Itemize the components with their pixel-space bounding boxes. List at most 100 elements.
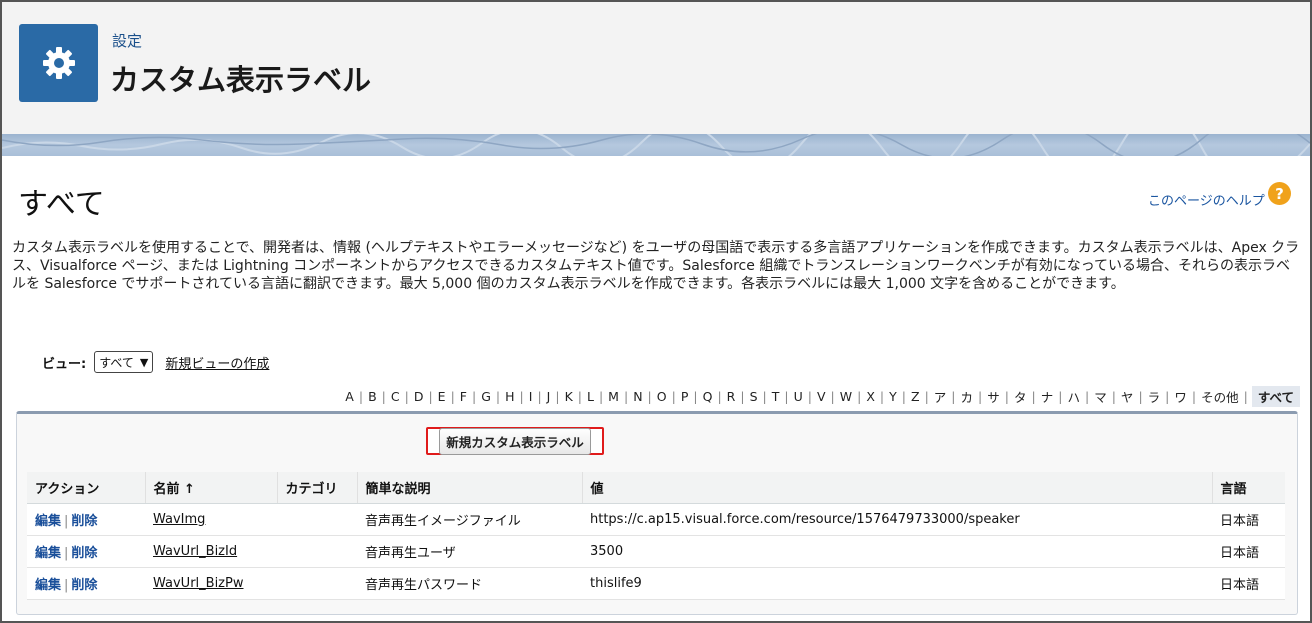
label-name-link[interactable]: WavUrl_BizId — [153, 544, 237, 559]
alphabet-filter-item[interactable]: N — [632, 389, 643, 404]
gear-icon — [19, 24, 98, 102]
alphabet-filter-item[interactable]: L — [586, 389, 595, 404]
alphabet-separator: | — [978, 389, 983, 404]
alphabet-filter-item[interactable]: O — [656, 389, 668, 404]
category-cell — [277, 567, 357, 600]
new-custom-label-button-highlight: 新規カスタム表示ラベル — [426, 427, 604, 455]
alphabet-filter-item[interactable]: V — [816, 389, 827, 404]
alphabet-separator: | — [1004, 389, 1009, 404]
alphabet-filter-item[interactable]: Y — [888, 389, 898, 404]
help-icon[interactable]: ? — [1268, 182, 1291, 205]
alphabet-filter-item[interactable]: Q — [702, 389, 714, 404]
page-title: カスタム表示ラベル — [110, 63, 372, 97]
alphabet-separator: | — [762, 389, 767, 404]
alphabet-separator: | — [807, 389, 812, 404]
alphabet-separator: | — [1111, 389, 1116, 404]
view-select[interactable]: すべて ▼ — [94, 351, 154, 373]
alphabet-filter-item[interactable]: マ — [1093, 387, 1108, 406]
delete-link[interactable]: 削除 — [71, 546, 97, 561]
language-cell: 日本語 — [1212, 503, 1285, 536]
alphabet-filter-item[interactable]: E — [437, 389, 447, 404]
alphabet-separator: | — [671, 389, 676, 404]
name-cell: WavUrl_BizId — [145, 535, 277, 568]
alphabet-filter-item[interactable]: R — [726, 389, 737, 404]
column-header-name[interactable]: 名前 ↑ — [144, 472, 277, 504]
edit-link[interactable]: 編集 — [35, 546, 61, 561]
alphabet-filter-item[interactable]: サ — [986, 387, 1001, 406]
alphabet-separator: | — [717, 389, 722, 404]
edit-link[interactable]: 編集 — [35, 578, 61, 593]
labels-table: アクション 名前 ↑ カテゴリ 簡単な説明 値 言語 編集 | 削除 WavImg … — [27, 472, 1285, 600]
alphabet-separator: | — [555, 389, 560, 404]
edit-link[interactable]: 編集 — [35, 514, 61, 529]
alphabet-separator: | — [404, 389, 409, 404]
alphabet-filter-item[interactable]: J — [546, 389, 552, 404]
language-cell: 日本語 — [1212, 567, 1285, 600]
alphabet-separator: | — [519, 389, 524, 404]
alphabet-filter-item[interactable]: ヤ — [1120, 387, 1135, 406]
alphabet-filter-item[interactable]: ア — [933, 387, 948, 406]
column-header-description[interactable]: 簡単な説明 — [356, 472, 582, 504]
value-cell: thislife9 — [582, 567, 1212, 600]
alphabet-filter-item[interactable]: C — [390, 389, 401, 404]
alphabet-filter-item[interactable]: M — [607, 389, 620, 404]
alphabet-filter-item[interactable]: ナ — [1040, 387, 1055, 406]
alphabet-filter-item[interactable]: D — [413, 389, 425, 404]
alphabet-separator: | — [1084, 389, 1090, 404]
delete-link[interactable]: 削除 — [71, 578, 97, 593]
chevron-down-icon: ▼ — [139, 355, 149, 369]
alphabet-filter-item[interactable]: F — [459, 389, 468, 404]
description-cell: 音声再生パスワード — [357, 567, 582, 600]
alphabet-filter-item[interactable]: A — [344, 389, 355, 404]
alphabet-separator: | — [1138, 389, 1143, 404]
alphabet-filter-item[interactable]: K — [564, 389, 574, 404]
create-view-link[interactable]: 新規ビューの作成 — [165, 353, 269, 372]
label-name-link[interactable]: WavImg — [153, 512, 205, 527]
alphabet-filter-item[interactable]: ハ — [1066, 387, 1081, 406]
view-row: ビュー: すべて ▼ 新規ビューの作成 — [42, 351, 269, 373]
alphabet-separator: | — [879, 389, 885, 404]
column-header-value[interactable]: 値 — [581, 472, 1212, 504]
alphabet-filter: A | B | C | D | E | F | G | H | I | J | K | L | M | N | O | P | Q | R | S | T |… — [344, 386, 1300, 407]
alphabet-filter-item[interactable]: G — [480, 389, 492, 404]
view-select-value: すべて — [99, 355, 134, 370]
alphabet-filter-item[interactable]: すべて — [1251, 386, 1300, 407]
alphabet-filter-item[interactable]: Z — [910, 389, 921, 404]
alphabet-separator: | — [577, 389, 582, 404]
breadcrumb[interactable]: 設定 — [112, 30, 142, 51]
alphabet-filter-item[interactable]: W — [839, 389, 853, 404]
value-cell: 3500 — [582, 535, 1212, 568]
name-cell: WavImg — [145, 503, 277, 536]
alphabet-filter-item[interactable]: U — [793, 389, 804, 404]
alphabet-filter-item[interactable]: T — [771, 389, 781, 404]
alphabet-filter-item[interactable]: その他 — [1200, 387, 1240, 406]
alphabet-separator: | — [537, 389, 542, 404]
column-header-category[interactable]: カテゴリ — [276, 472, 357, 504]
column-header-language[interactable]: 言語 — [1211, 472, 1285, 504]
row-actions: 編集 | 削除 — [27, 535, 145, 568]
alphabet-separator: | — [358, 389, 364, 404]
alphabet-filter-item[interactable]: ラ — [1147, 387, 1162, 406]
table-row: 編集 | 削除 WavUrl_BizPw 音声再生パスワード thislife9 日… — [27, 567, 1285, 600]
alphabet-separator: | — [450, 389, 455, 404]
label-name-link[interactable]: WavUrl_BizPw — [153, 576, 243, 591]
alphabet-separator: | — [1031, 389, 1036, 404]
table-row: 編集 | 削除 WavImg 音声再生イメージファイル https://c.ap15… — [27, 503, 1285, 536]
help-link[interactable]: このページのヘルプ — [1148, 190, 1265, 209]
separator: | — [64, 514, 69, 529]
alphabet-filter-item[interactable]: ワ — [1173, 387, 1188, 406]
alphabet-filter-item[interactable]: B — [367, 389, 378, 404]
new-custom-label-button[interactable]: 新規カスタム表示ラベル — [439, 427, 591, 455]
view-label: ビュー: — [42, 356, 87, 372]
delete-link[interactable]: 削除 — [71, 514, 97, 529]
alphabet-separator: | — [495, 389, 501, 404]
alphabet-filter-item[interactable]: カ — [960, 387, 975, 406]
table-header-row: アクション 名前 ↑ カテゴリ 簡単な説明 値 言語 — [27, 472, 1285, 504]
list-panel: 新規カスタム表示ラベル アクション 名前 ↑ カテゴリ 簡単な説明 値 言語 編… — [16, 411, 1298, 615]
alphabet-filter-item[interactable]: タ — [1013, 387, 1028, 406]
alphabet-filter-item[interactable]: X — [865, 389, 876, 404]
alphabet-filter-item[interactable]: S — [749, 389, 759, 404]
alphabet-filter-item[interactable]: I — [528, 389, 534, 404]
alphabet-filter-item[interactable]: H — [504, 389, 515, 404]
alphabet-filter-item[interactable]: P — [680, 389, 690, 404]
